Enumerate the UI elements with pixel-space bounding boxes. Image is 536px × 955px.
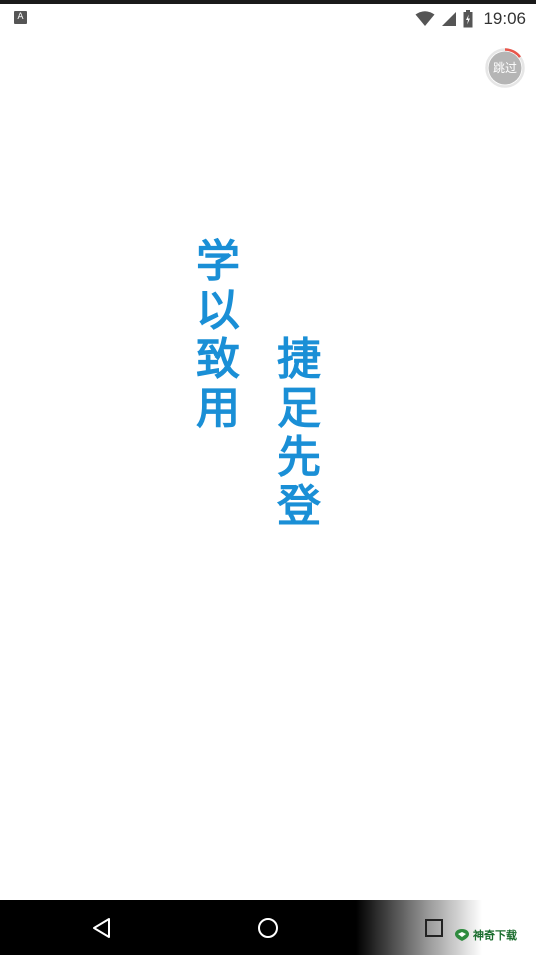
skip-label: 跳过 [492,61,517,75]
watermark-logo-icon [455,929,469,941]
watermark-text: 神奇下载 [473,929,517,942]
slogan-right: 捷足先登 [277,334,321,532]
recents-icon[interactable] [418,912,450,944]
status-bar: A 19:06 [0,4,536,32]
watermark: 神奇下载 [454,925,517,945]
back-icon[interactable] [86,912,118,944]
status-time: 19:06 [483,9,526,28]
home-icon[interactable] [252,912,284,944]
skip-button[interactable]: 跳过 [485,48,525,88]
status-icons: 19:06 [415,8,526,30]
notification-icon: A [14,11,27,24]
battery-icon [463,10,473,28]
signal-icon [442,12,457,26]
slogan-left: 学以致用 [196,236,240,434]
splash-screen: A 19:06 跳过 学以致用 捷足先登 神奇下载 [0,0,536,955]
wifi-icon [415,11,435,26]
